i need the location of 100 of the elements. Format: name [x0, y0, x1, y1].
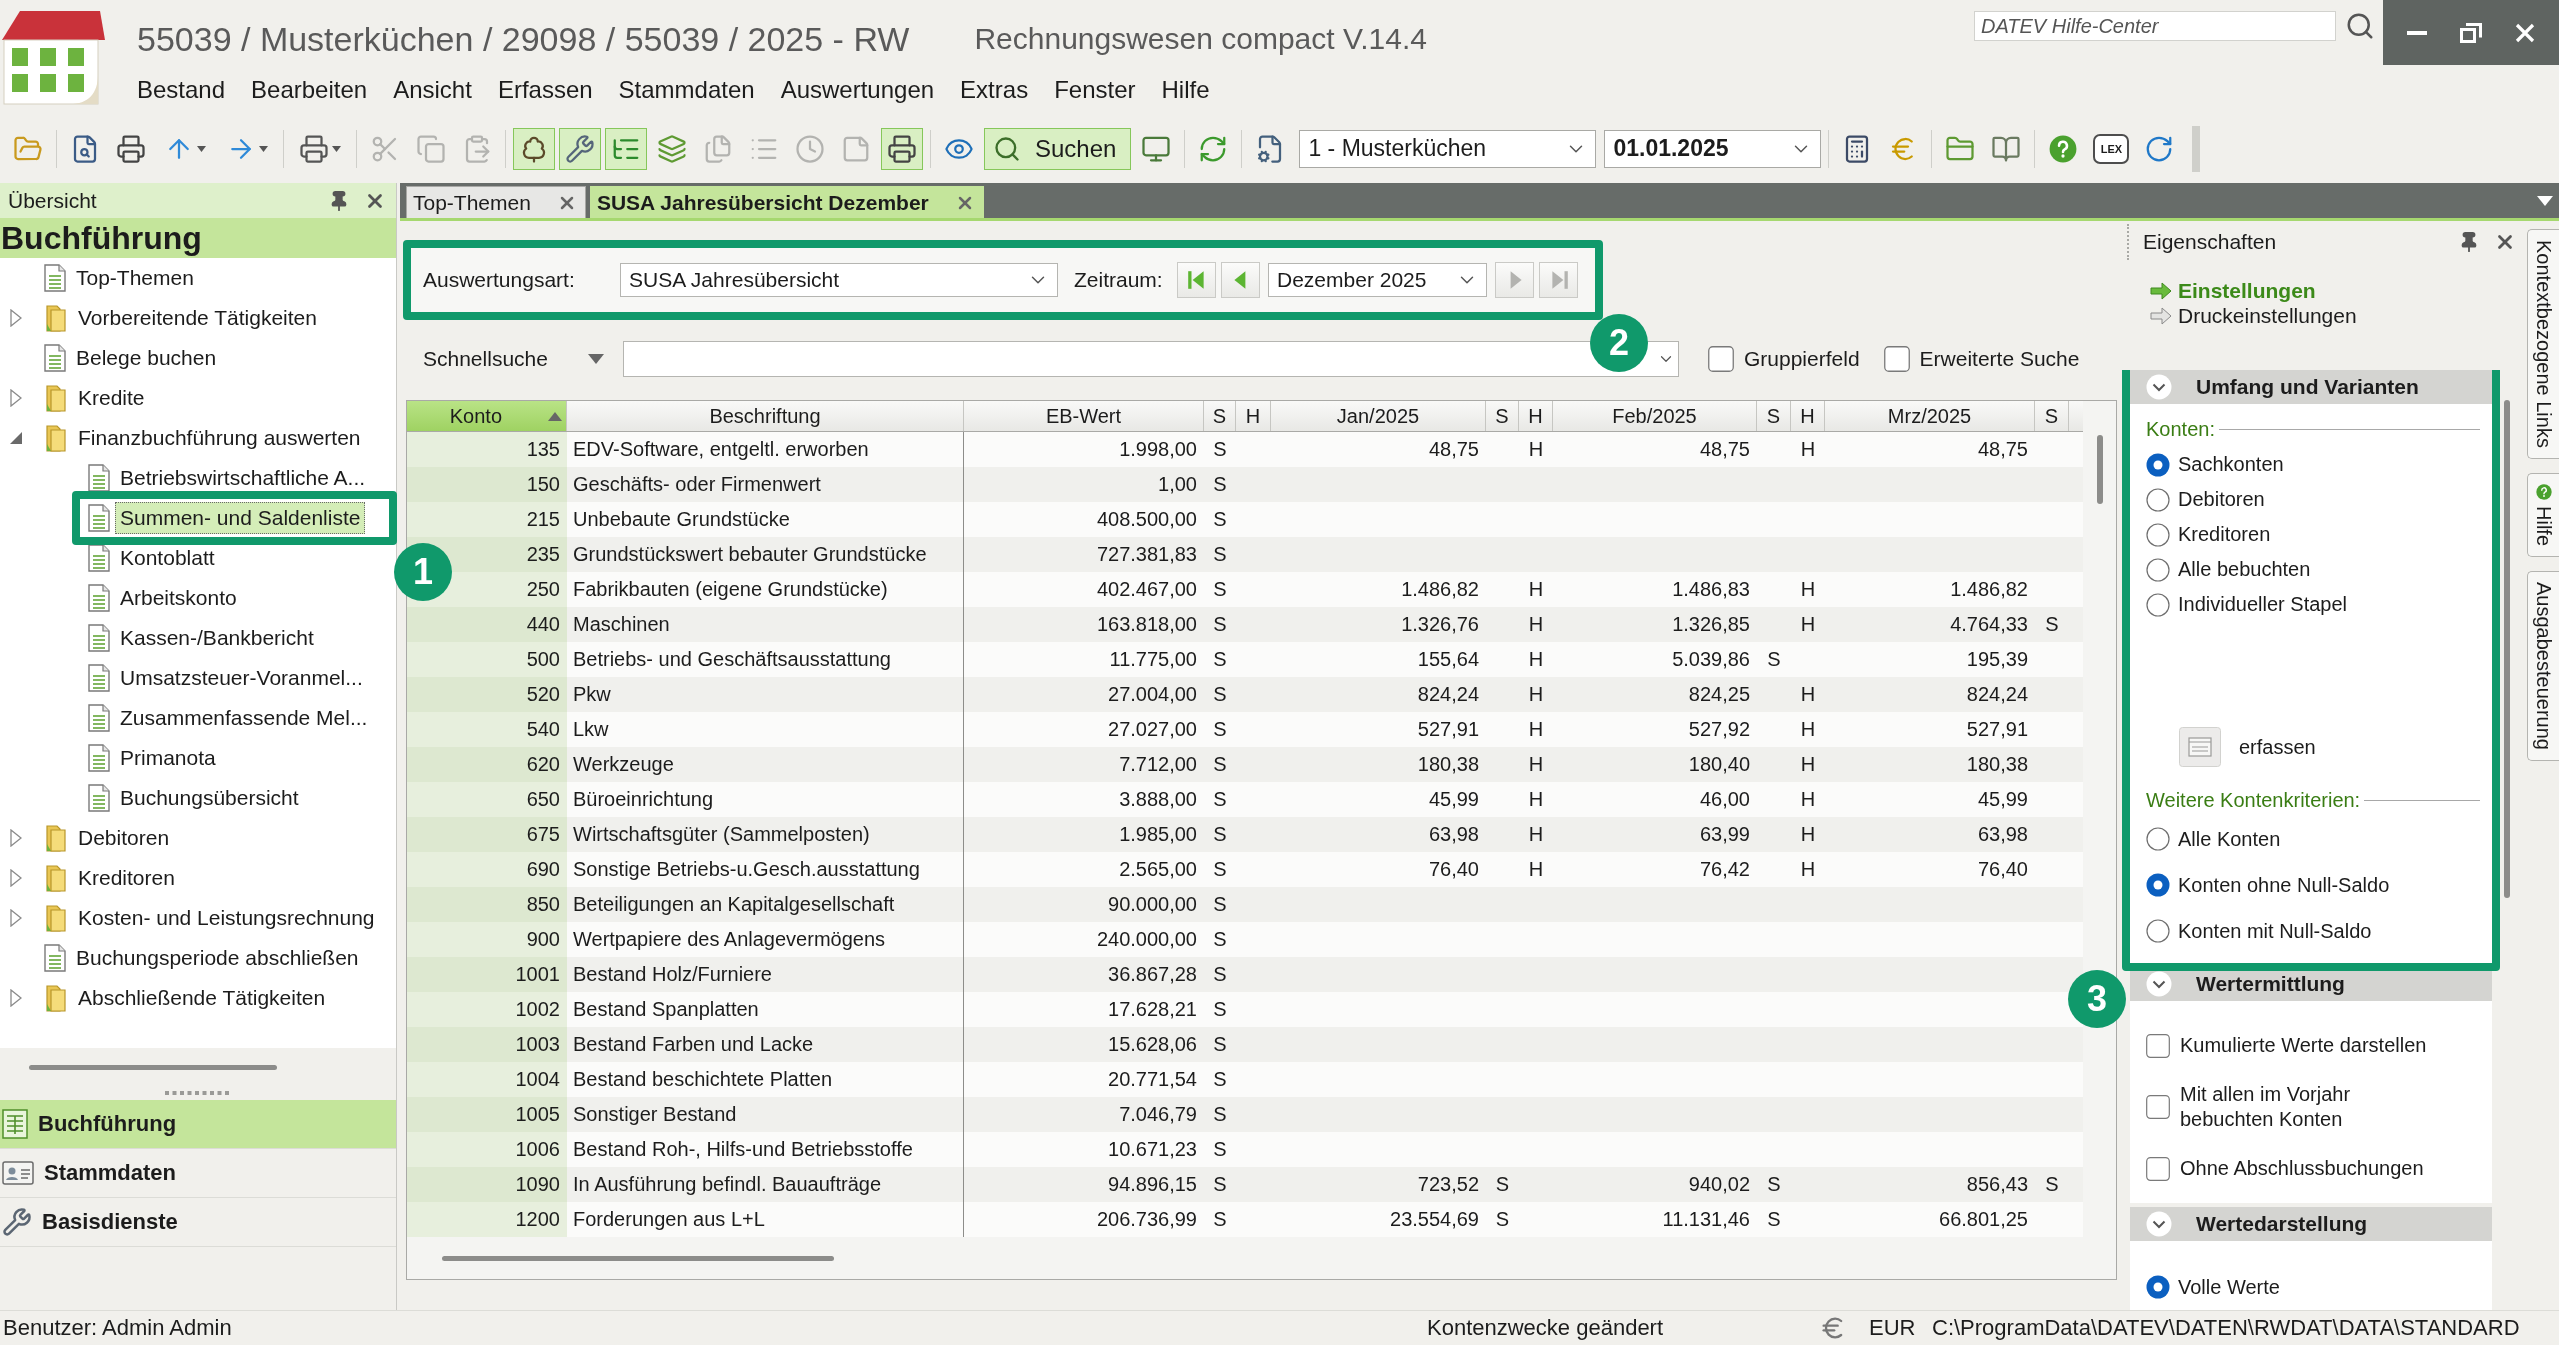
tree-item[interactable]: Summen- und Saldenliste	[115, 502, 366, 534]
column-header[interactable]: H	[1519, 401, 1553, 431]
menu-item[interactable]: Auswertungen	[780, 76, 935, 104]
table-row[interactable]: 1001 Bestand Holz/Furniere 36.867,28 S	[407, 957, 2083, 992]
column-header[interactable]: Jan/2025	[1271, 401, 1486, 431]
table-row[interactable]: 650 Büroeinrichtung 3.888,00 S 45,99 H 46,00 H 45,99	[407, 782, 2083, 817]
table-row[interactable]: 1006 Bestand Roh-, Hilfs-und Betriebsstoffe 10.671,23 S	[407, 1132, 2083, 1167]
radio-option[interactable]: Konten mit Null-Saldo	[2146, 908, 2372, 954]
tree-item[interactable]: Kosten- und Leistungsrechnung	[73, 905, 380, 931]
radio-option[interactable]: Alle Konten	[2146, 816, 2281, 862]
nav-item[interactable]: Buchführung	[0, 1100, 396, 1149]
nav-item[interactable]: Stammdaten	[0, 1149, 396, 1198]
tree-button[interactable]	[513, 127, 555, 170]
collapsed-triangle-icon[interactable]	[10, 389, 22, 407]
table-row[interactable]: 1003 Bestand Farben und Lacke 15.628,06 S	[407, 1027, 2083, 1062]
report-type-select[interactable]: SUSA Jahresübersicht	[620, 263, 1058, 297]
lex-button[interactable]: LEX	[2093, 133, 2130, 164]
checkbox[interactable]: Gruppierfeld	[1708, 346, 1860, 372]
chevron-down-icon[interactable]	[2146, 1211, 2172, 1237]
menu-item[interactable]: Ansicht	[393, 76, 472, 104]
wrench-button[interactable]	[559, 127, 601, 170]
date-select[interactable]: 01.01.2025	[1604, 129, 1822, 168]
tree-item[interactable]: Kredite	[73, 385, 150, 411]
tab[interactable]: Top-Themen	[406, 186, 586, 218]
table-row[interactable]: 150 Geschäfts- oder Firmenwert 1,00 S	[407, 467, 2083, 502]
checkbox[interactable]: Mit allen im Vorjahr bebuchten Konten	[2146, 1070, 2351, 1144]
tree-item[interactable]: Arbeitskonto	[115, 585, 242, 611]
menu-item[interactable]: Bearbeiten	[251, 76, 368, 104]
collapsed-triangle-icon[interactable]	[10, 989, 22, 1007]
tab[interactable]: SUSA Jahresübersicht Dezember	[589, 186, 984, 218]
column-header[interactable]: S	[1204, 401, 1236, 431]
column-header[interactable]: Konto	[407, 401, 567, 431]
collapsed-triangle-icon[interactable]	[10, 869, 22, 887]
menu-item[interactable]: Hilfe	[1161, 76, 1210, 104]
radio-option[interactable]: Individueller Stapel	[2146, 587, 2347, 622]
checkbox[interactable]: Kumulierte Werte darstellen	[2146, 1021, 2427, 1070]
menu-item[interactable]: Extras	[960, 76, 1029, 104]
section-header[interactable]: Wertedarstellung	[2130, 1207, 2492, 1241]
nav-item[interactable]: Basisdienste	[0, 1198, 396, 1247]
table-row[interactable]: 1090 In Ausführung befindl. Bauaufträge 94.896,15 S 723,52 S 940,02 S 856,43 S	[407, 1167, 2083, 1202]
menu-item[interactable]: Stammdaten	[618, 76, 755, 104]
column-header[interactable]: Mrz/2025	[1825, 401, 2035, 431]
column-header[interactable]: S	[1486, 401, 1519, 431]
radio-option[interactable]: Volle Werte	[2146, 1264, 2280, 1310]
search-button[interactable]: Suchen	[984, 127, 1132, 170]
tree-item[interactable]: Kassen-/Bankbericht	[115, 625, 319, 651]
table-row[interactable]: 540 Lkw 27.027,00 S 527,91 H 527,92 H 527,91	[407, 712, 2083, 747]
section-header[interactable]: Umfang und Varianten	[2130, 370, 2492, 404]
checkbox[interactable]: Erweiterte Suche	[1883, 346, 2080, 372]
collapsed-triangle-icon[interactable]	[10, 909, 22, 927]
first-button[interactable]	[1177, 262, 1216, 298]
tree-item[interactable]: Zusammenfassende Mel...	[115, 705, 373, 731]
tree-item[interactable]: Betriebswirtschaftliche A...	[115, 465, 371, 491]
table-row[interactable]: 900 Wertpapiere des Anlagevermögens 240.000,00 S	[407, 922, 2083, 957]
chevron-down-icon[interactable]	[2146, 374, 2172, 400]
table-row[interactable]: 850 Beteiligungen an Kapitalgesellschaft 90.000,00 S	[407, 887, 2083, 922]
side-tab[interactable]: Kontextbezogene Links	[2527, 229, 2559, 459]
tree-item[interactable]: Vorbereitende Tätigkeiten	[73, 305, 322, 331]
caret-icon[interactable]	[2537, 196, 2553, 206]
column-header[interactable]: Beschriftung	[567, 401, 964, 431]
table-row[interactable]: 215 Unbebaute Grundstücke 408.500,00 S	[407, 502, 2083, 537]
settings-link[interactable]: Einstellungen	[2150, 278, 2316, 303]
client-select[interactable]: 1 - Musterküchen	[1299, 129, 1597, 168]
tree-item[interactable]: Finanzbuchführung auswerten	[73, 425, 366, 451]
scrollbar-thumb[interactable]	[2096, 435, 2103, 504]
period-select[interactable]: Dezember 2025	[1268, 263, 1487, 297]
column-header[interactable]: H	[1791, 401, 1825, 431]
scrollbar-thumb[interactable]	[29, 1064, 277, 1070]
splitter-grip[interactable]	[165, 1091, 231, 1095]
tree-item[interactable]: Buchungsperiode abschließen	[71, 945, 364, 971]
menu-item[interactable]: Bestand	[137, 76, 226, 104]
menu-item[interactable]: Fenster	[1054, 76, 1136, 104]
table-row[interactable]: 135 EDV-Software, entgeltl. erworben 1.998,00 S 48,75 H 48,75 H 48,75	[407, 432, 2083, 467]
table-row[interactable]: 1005 Sonstiger Bestand 7.046,79 S	[407, 1097, 2083, 1132]
radio-option[interactable]: Alle bebuchten	[2146, 552, 2311, 587]
checkbox[interactable]: Ohne Abschlussbuchungen	[2146, 1144, 2424, 1193]
tree-item[interactable]: Debitoren	[73, 825, 175, 851]
radio-option[interactable]: Debitoren	[2146, 482, 2265, 517]
column-header[interactable]: EB-Wert	[964, 401, 1204, 431]
scrollbar[interactable]	[407, 1237, 2116, 1279]
table-row[interactable]: 675 Wirtschaftsgüter (Sammelposten) 1.985,00 S 63,98 H 63,99 H 63,98	[407, 817, 2083, 852]
settings-link[interactable]: Druckeinstellungen	[2150, 303, 2357, 328]
tree-item[interactable]: Buchungsübersicht	[115, 785, 304, 811]
expanded-triangle-icon[interactable]	[9, 431, 23, 445]
capture-button[interactable]: erfassen	[2179, 725, 2316, 769]
scrollbar-thumb[interactable]	[442, 1255, 834, 1261]
column-header[interactable]: S	[1757, 401, 1791, 431]
chevron-down-icon[interactable]	[2146, 971, 2172, 997]
table-row[interactable]: 500 Betriebs- und Geschäftsausstattung 11.775,00 S 155,64 H 5.039,86 S 195,39	[407, 642, 2083, 677]
scrollbar[interactable]	[2083, 401, 2116, 1237]
tree-item[interactable]: Primanota	[115, 745, 221, 771]
menu-item[interactable]: Erfassen	[497, 76, 593, 104]
table-row[interactable]: 1002 Bestand Spanplatten 17.628,21 S	[407, 992, 2083, 1027]
table-row[interactable]: 1200 Forderungen aus L+L 206.736,99 S 23.554,69 S 11.131,46 S 66.801,25	[407, 1202, 2083, 1237]
radio-option[interactable]: Sachkonten	[2146, 447, 2284, 482]
help-search-field[interactable]: DATEV Hilfe-Center	[1974, 11, 2336, 41]
collapsed-triangle-icon[interactable]	[10, 829, 22, 847]
table-row[interactable]: 440 Maschinen 163.818,00 S 1.326,76 H 1.326,85 H 4.764,33 S	[407, 607, 2083, 642]
tree-item[interactable]: Top-Themen	[71, 265, 199, 291]
scrollbar-thumb[interactable]	[2504, 400, 2510, 898]
